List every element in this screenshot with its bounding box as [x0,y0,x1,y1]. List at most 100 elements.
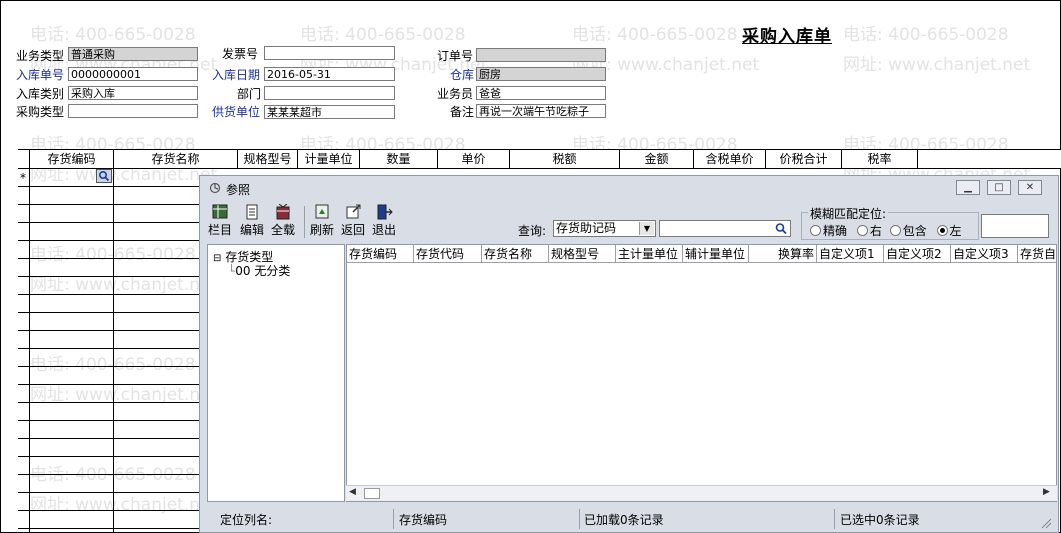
remark-field[interactable]: 再说一次端午节吃粽子 [476,104,606,118]
tree-node-child[interactable]: └00 无分类 [228,262,290,279]
lookup-button[interactable] [96,169,112,183]
list-column-header[interactable]: 存货自 [1018,245,1056,263]
resize-grip-icon[interactable] [1040,517,1052,529]
grid-row-line [18,276,200,277]
list-column-header[interactable]: 自定义项2 [884,245,951,263]
grid-row-header-corner [18,150,30,168]
fuzzy-match-label: 模糊匹配定位: [808,205,889,222]
scrollbar-thumb[interactable] [364,488,380,499]
load-all-icon [276,204,290,220]
dialog-title: 参照 [226,183,251,197]
grid-column-header[interactable]: 数量 [360,150,438,168]
list-column-header[interactable]: 主计量单位 [616,245,683,263]
toolbar-load-all-button[interactable]: 全载 [271,204,295,238]
grid-column-header[interactable]: 价税合计 [766,150,842,168]
toolbar-refresh-button[interactable]: 刷新 [310,204,334,238]
refresh-icon [315,204,329,219]
locate-input[interactable] [981,214,1049,238]
grid-row-line [18,186,200,187]
match-option-exact[interactable]: 精确 [810,224,847,238]
match-options: 精确 右 包含 左 [810,222,962,239]
new-row-marker: * [20,171,26,185]
grid-row-line [18,384,200,385]
supplier-field[interactable]: 某某某超市 [264,105,395,119]
match-option-left[interactable]: 左 [936,224,962,238]
dialog-titlebar[interactable]: 参照 ▁ □ ✕ [200,176,1058,200]
receipt-category-label: 入库类别 [16,87,65,101]
grid-row-line [18,294,200,295]
list-column-header[interactable]: 辅计量单位 [683,245,749,263]
maximize-icon: □ [994,182,1004,193]
query-field-select[interactable]: 存货助记码 ▼ [553,220,656,237]
status-separator [834,509,835,529]
grid-row-line [18,492,200,493]
receipt-date-field[interactable]: 2016-05-31 [264,67,395,81]
match-option-contains[interactable]: 包含 [889,224,927,238]
close-button[interactable]: ✕ [1018,180,1042,195]
toolbar-label: 返回 [341,223,366,237]
grid-column-header[interactable]: 含税单价 [694,150,766,168]
grid-column-header[interactable]: 计量单位 [298,150,360,168]
scroll-right-icon[interactable]: ▶ [1043,487,1050,497]
toolbar-columns-button[interactable]: 栏目 [208,204,232,238]
chevron-down-icon: ▼ [639,222,654,235]
business-type-label: 业务类型 [16,49,65,63]
reference-dialog[interactable]: 参照 ▁ □ ✕ 栏目 编辑 全载 刷新 返回 退出 查询: 存货助记码 ▼ 模… [199,175,1059,533]
toolbar-label: 编辑 [240,223,265,237]
toolbar-return-button[interactable]: 返回 [341,204,365,238]
list-column-header[interactable]: 换算率 [749,245,817,263]
list-column-header[interactable]: 规格型号 [549,245,616,263]
list-column-header[interactable]: 存货代码 [414,245,482,263]
columns-icon [212,204,228,219]
salesperson-field[interactable]: 爸爸 [476,86,606,100]
business-type-field[interactable]: 普通采购 [68,47,198,61]
status-loaded: 已加载0条记录 [584,513,664,527]
toolbar-exit-button[interactable]: 退出 [372,204,396,238]
edit-icon [246,204,258,220]
warehouse-label: 仓库 [450,68,475,82]
grid-column-header[interactable]: 税率 [842,150,918,168]
order-no-label: 订单号 [437,49,474,63]
minimize-button[interactable]: ▁ [956,180,980,195]
grid-column-header[interactable]: 单价 [438,150,510,168]
receipt-no-field[interactable]: 0000000001 [68,67,198,81]
exit-icon [377,204,393,220]
category-tree[interactable]: ⊟ 存货类型 └00 无分类 [207,244,345,502]
receipt-date-label: 入库日期 [212,68,261,82]
maximize-button[interactable]: □ [987,180,1011,195]
list-column-header[interactable]: 自定义项1 [817,245,884,263]
grid-column-header[interactable]: 存货编码 [30,150,114,168]
toolbar-edit-button[interactable]: 编辑 [240,204,264,238]
collapse-icon[interactable]: ⊟ [213,253,221,264]
horizontal-scrollbar[interactable]: ◀ ▶ [346,485,1057,501]
warehouse-field[interactable]: 厨房 [476,67,606,81]
grid-column-header[interactable]: 存货名称 [114,150,238,168]
inventory-list[interactable]: 存货编码 存货代码 存货名称 规格型号 主计量单位 辅计量单位 换算率 自定义项… [346,244,1057,502]
match-option-right[interactable]: 右 [856,224,882,238]
app-icon [209,182,221,194]
purchase-type-field[interactable] [68,104,198,118]
search-icon[interactable] [774,222,788,235]
detail-grid-header: 存货编码 存货名称 规格型号 计量单位 数量 单价 税额 金额 含税单价 价税合… [18,149,1061,169]
receipt-category-field[interactable]: 采购入库 [68,86,198,100]
grid-column-header[interactable]: 金额 [620,150,694,168]
list-column-header[interactable]: 存货名称 [482,245,549,263]
purchase-type-label: 采购类型 [16,105,65,119]
grid-row-line [18,510,200,511]
invoice-no-field[interactable] [264,46,395,60]
status-separator [579,509,580,529]
order-no-field[interactable] [476,48,606,62]
grid-column-header[interactable]: 规格型号 [238,150,298,168]
grid-row-line [18,348,200,349]
minimize-icon: ▁ [964,182,972,193]
receipt-no-label: 入库单号 [16,68,65,82]
list-column-header[interactable]: 存货编码 [347,245,414,263]
list-column-header[interactable]: 自定义项3 [951,245,1018,263]
grid-row-line [18,258,200,259]
query-input[interactable] [659,220,791,237]
document-title: 采购入库单 [742,27,832,47]
grid-column-header[interactable]: 税额 [510,150,620,168]
department-field[interactable] [264,86,395,100]
supplier-label: 供货单位 [212,105,261,119]
scroll-left-icon[interactable]: ◀ [349,487,356,497]
